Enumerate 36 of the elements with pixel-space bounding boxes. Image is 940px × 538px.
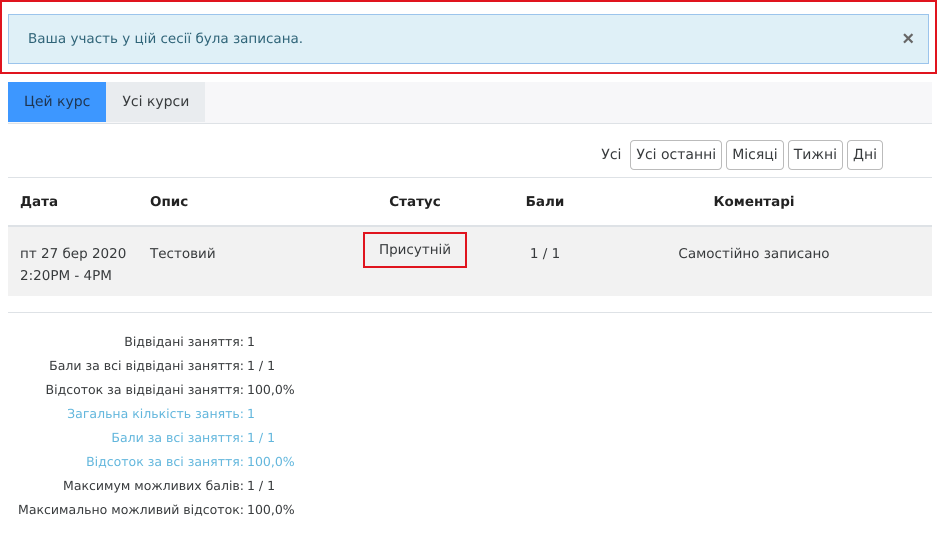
tab[interactable]: Цей курс bbox=[8, 82, 106, 122]
filter-button[interactable]: Місяці bbox=[726, 140, 784, 170]
summary-label: Відсоток за відвідані заняття: bbox=[44, 381, 245, 399]
summary-value: 1 bbox=[247, 333, 256, 351]
summary-value: 1 / 1 bbox=[247, 477, 276, 495]
summary-label: Відсоток за всі заняття: bbox=[85, 453, 245, 471]
summary-value: 1 / 1 bbox=[247, 429, 276, 447]
summary-value: 1 / 1 bbox=[247, 357, 276, 375]
points-cell-text: 1 / 1 bbox=[528, 245, 562, 264]
summary-label: Відвідані заняття: bbox=[123, 333, 245, 351]
column-header: Бали bbox=[524, 194, 566, 210]
summary-value: 100,0% bbox=[247, 501, 296, 519]
status-cell: Присутній bbox=[362, 232, 468, 268]
summary-label: Загальна кількість занять: bbox=[66, 405, 245, 423]
filter-button[interactable]: Усі останні bbox=[630, 140, 722, 170]
date-text: пт 27 бер 2020 bbox=[20, 245, 128, 264]
comment-cell-text: Самостійно записано bbox=[677, 245, 831, 264]
summary-label: Бали за всі відвідані заняття: bbox=[48, 357, 245, 375]
column-header: Дата bbox=[19, 194, 60, 210]
summary-value: 100,0% bbox=[247, 453, 296, 471]
summary-label: Максимально можливий відсоток: bbox=[17, 501, 245, 519]
filter-button[interactable]: Дні bbox=[847, 140, 883, 170]
summary-value: 1 bbox=[247, 405, 256, 423]
tab[interactable]: Усі курси bbox=[106, 82, 206, 122]
time-text: 2:20PM - 4PM bbox=[20, 267, 113, 286]
summary-value: 100,0% bbox=[247, 381, 296, 399]
filter-label: Усі bbox=[601, 147, 622, 163]
close-button[interactable]: × bbox=[902, 29, 914, 49]
summary-label: Максимум можливих балів: bbox=[62, 477, 245, 495]
alert-message: Ваша участь у цій сесії була записана. bbox=[28, 31, 304, 47]
filter-button[interactable]: Тижні bbox=[788, 140, 844, 170]
description-cell-text: Тестовий bbox=[149, 245, 217, 264]
column-header: Опис bbox=[149, 194, 190, 210]
column-header: Коментарі bbox=[712, 194, 796, 210]
column-header: Статус bbox=[388, 194, 442, 210]
summary-label: Бали за всі заняття: bbox=[110, 429, 245, 447]
